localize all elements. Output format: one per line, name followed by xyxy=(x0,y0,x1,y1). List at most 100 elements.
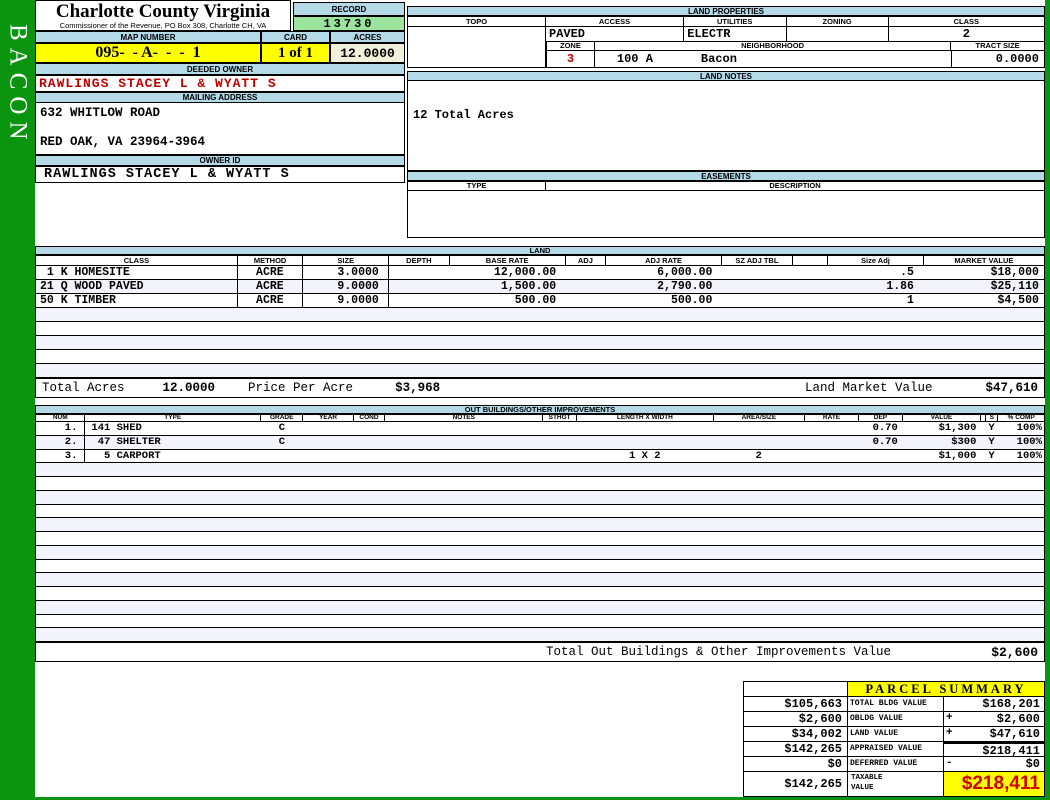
table-row: 1. 141 SHED C 0.70 $1,300 Y 100% xyxy=(36,422,1044,436)
cell-sthgt xyxy=(543,436,576,449)
cell-sthgt xyxy=(543,463,576,476)
cell-method xyxy=(238,322,304,335)
cell-sz_adj_tbl xyxy=(721,280,792,293)
cell-year xyxy=(303,477,353,490)
zoning-column-header: ZONING xyxy=(786,16,889,27)
column-header: S xyxy=(986,414,999,422)
cell-size xyxy=(303,364,389,377)
cell-rate xyxy=(804,491,858,504)
cell-market_value xyxy=(923,308,1044,321)
cell-length_x_width xyxy=(576,518,713,531)
cell-rate xyxy=(804,628,858,641)
cell-cond xyxy=(354,587,385,600)
mailing-address-header: MAILING ADDRESS xyxy=(35,92,405,103)
cell-grade xyxy=(261,628,303,641)
cell-sz_adj_tbl xyxy=(721,350,792,363)
cell-dep xyxy=(858,450,901,463)
cell-area_size xyxy=(713,436,804,449)
record-value: 13730 xyxy=(293,16,405,31)
cell-adj xyxy=(565,350,605,363)
cell-cond xyxy=(354,573,385,586)
cell-year xyxy=(303,560,353,573)
column-header: % COMP xyxy=(998,414,1045,422)
summary-row-sign xyxy=(944,742,959,757)
cell-value xyxy=(902,628,981,641)
cell-size_adj: 1.86 xyxy=(886,280,914,293)
summary-row-sign xyxy=(944,697,959,712)
cell-adj xyxy=(565,280,605,293)
cell-value xyxy=(902,560,981,573)
cell-method xyxy=(238,364,304,377)
deeded-owner-header: DEEDED OWNER xyxy=(35,63,405,75)
cell-base_rate xyxy=(449,308,565,321)
cell-market_value xyxy=(923,364,1044,377)
cell-area_size xyxy=(713,601,804,614)
cell-blank xyxy=(792,266,827,279)
cell-size_adj xyxy=(827,364,923,377)
cell-dep xyxy=(858,560,901,573)
cell-num xyxy=(36,463,85,476)
cell-depth xyxy=(389,308,449,321)
cell-length_x_width xyxy=(576,601,713,614)
land-market-value: $47,610 xyxy=(985,381,1038,395)
cell-notes xyxy=(385,628,543,641)
cell-num xyxy=(36,532,85,545)
price-per-acre-label: Price Per Acre xyxy=(248,381,354,395)
cell-length_x_width: 1 X 2 xyxy=(629,449,661,462)
column-header: ADJ xyxy=(565,255,607,266)
cell-value xyxy=(902,615,981,628)
cell-grade xyxy=(261,505,303,518)
cell-area_size: 2 xyxy=(755,449,762,462)
district-vertical-label: BACON xyxy=(4,23,32,147)
column-header: Size Adj xyxy=(828,255,924,266)
cell-length_x_width xyxy=(576,491,713,504)
table-row xyxy=(36,518,1044,532)
summary-row-value: $0 xyxy=(959,757,1044,772)
cell-adj xyxy=(565,308,605,321)
cell-size_adj: 1 xyxy=(907,294,914,307)
table-row xyxy=(36,532,1044,546)
column-header: METHOD xyxy=(237,255,304,266)
column-header xyxy=(792,255,829,266)
column-header: YEAR xyxy=(303,414,354,422)
price-per-acre-value: $3,968 xyxy=(395,381,441,395)
easements-box xyxy=(407,191,1045,238)
map-number-value: 095- - A- - - 1 xyxy=(35,43,261,63)
cell-adj_rate xyxy=(605,364,721,377)
cell-pct_comp xyxy=(998,477,1044,490)
deeded-owner-name: RAWLINGS STACEY L & WYATT S xyxy=(35,75,405,92)
cell-pct_comp xyxy=(998,615,1044,628)
cell-value xyxy=(902,505,981,518)
easement-type-column-header: TYPE xyxy=(407,181,547,191)
column-header: TYPE xyxy=(85,414,261,422)
cell-value xyxy=(902,491,981,504)
address-line-2: RED OAK, VA 23964-3964 xyxy=(40,135,206,149)
cell-s xyxy=(985,560,997,573)
out-buildings-table: 1. 141 SHED C 0.70 $1,300 Y 100% 2. 47 SHELTER C… xyxy=(35,422,1045,642)
cell-area_size xyxy=(713,491,804,504)
summary-row-sign: + xyxy=(944,727,959,742)
table-row: 2. 47 SHELTER C 0.70 $300 Y 100% xyxy=(36,435,1044,450)
table-row xyxy=(36,350,1044,364)
cell-notes xyxy=(385,450,543,463)
cell-cond xyxy=(354,560,385,573)
summary-row-value: $168,201 xyxy=(959,697,1044,712)
cell-market_value: $4,500 xyxy=(997,294,1039,307)
cell-type xyxy=(85,615,260,628)
summary-row-label: DEFERRED VALUE xyxy=(848,757,944,772)
cell-depth xyxy=(389,364,449,377)
cell-market_value: $18,000 xyxy=(990,266,1039,279)
cell-pct_comp xyxy=(998,532,1044,545)
cell-class xyxy=(36,364,238,377)
cell-sthgt xyxy=(543,505,576,518)
cell-type xyxy=(85,628,260,641)
column-header: ADJ RATE xyxy=(606,255,723,266)
cell-length_x_width xyxy=(576,463,713,476)
cell-sz_adj_tbl xyxy=(721,364,792,377)
cell-blank xyxy=(792,294,827,307)
cell-s: Y xyxy=(988,435,995,448)
class-column-header: CLASS xyxy=(888,16,1045,27)
cell-notes xyxy=(385,615,543,628)
cell-value xyxy=(902,573,981,586)
cell-type xyxy=(85,573,260,586)
